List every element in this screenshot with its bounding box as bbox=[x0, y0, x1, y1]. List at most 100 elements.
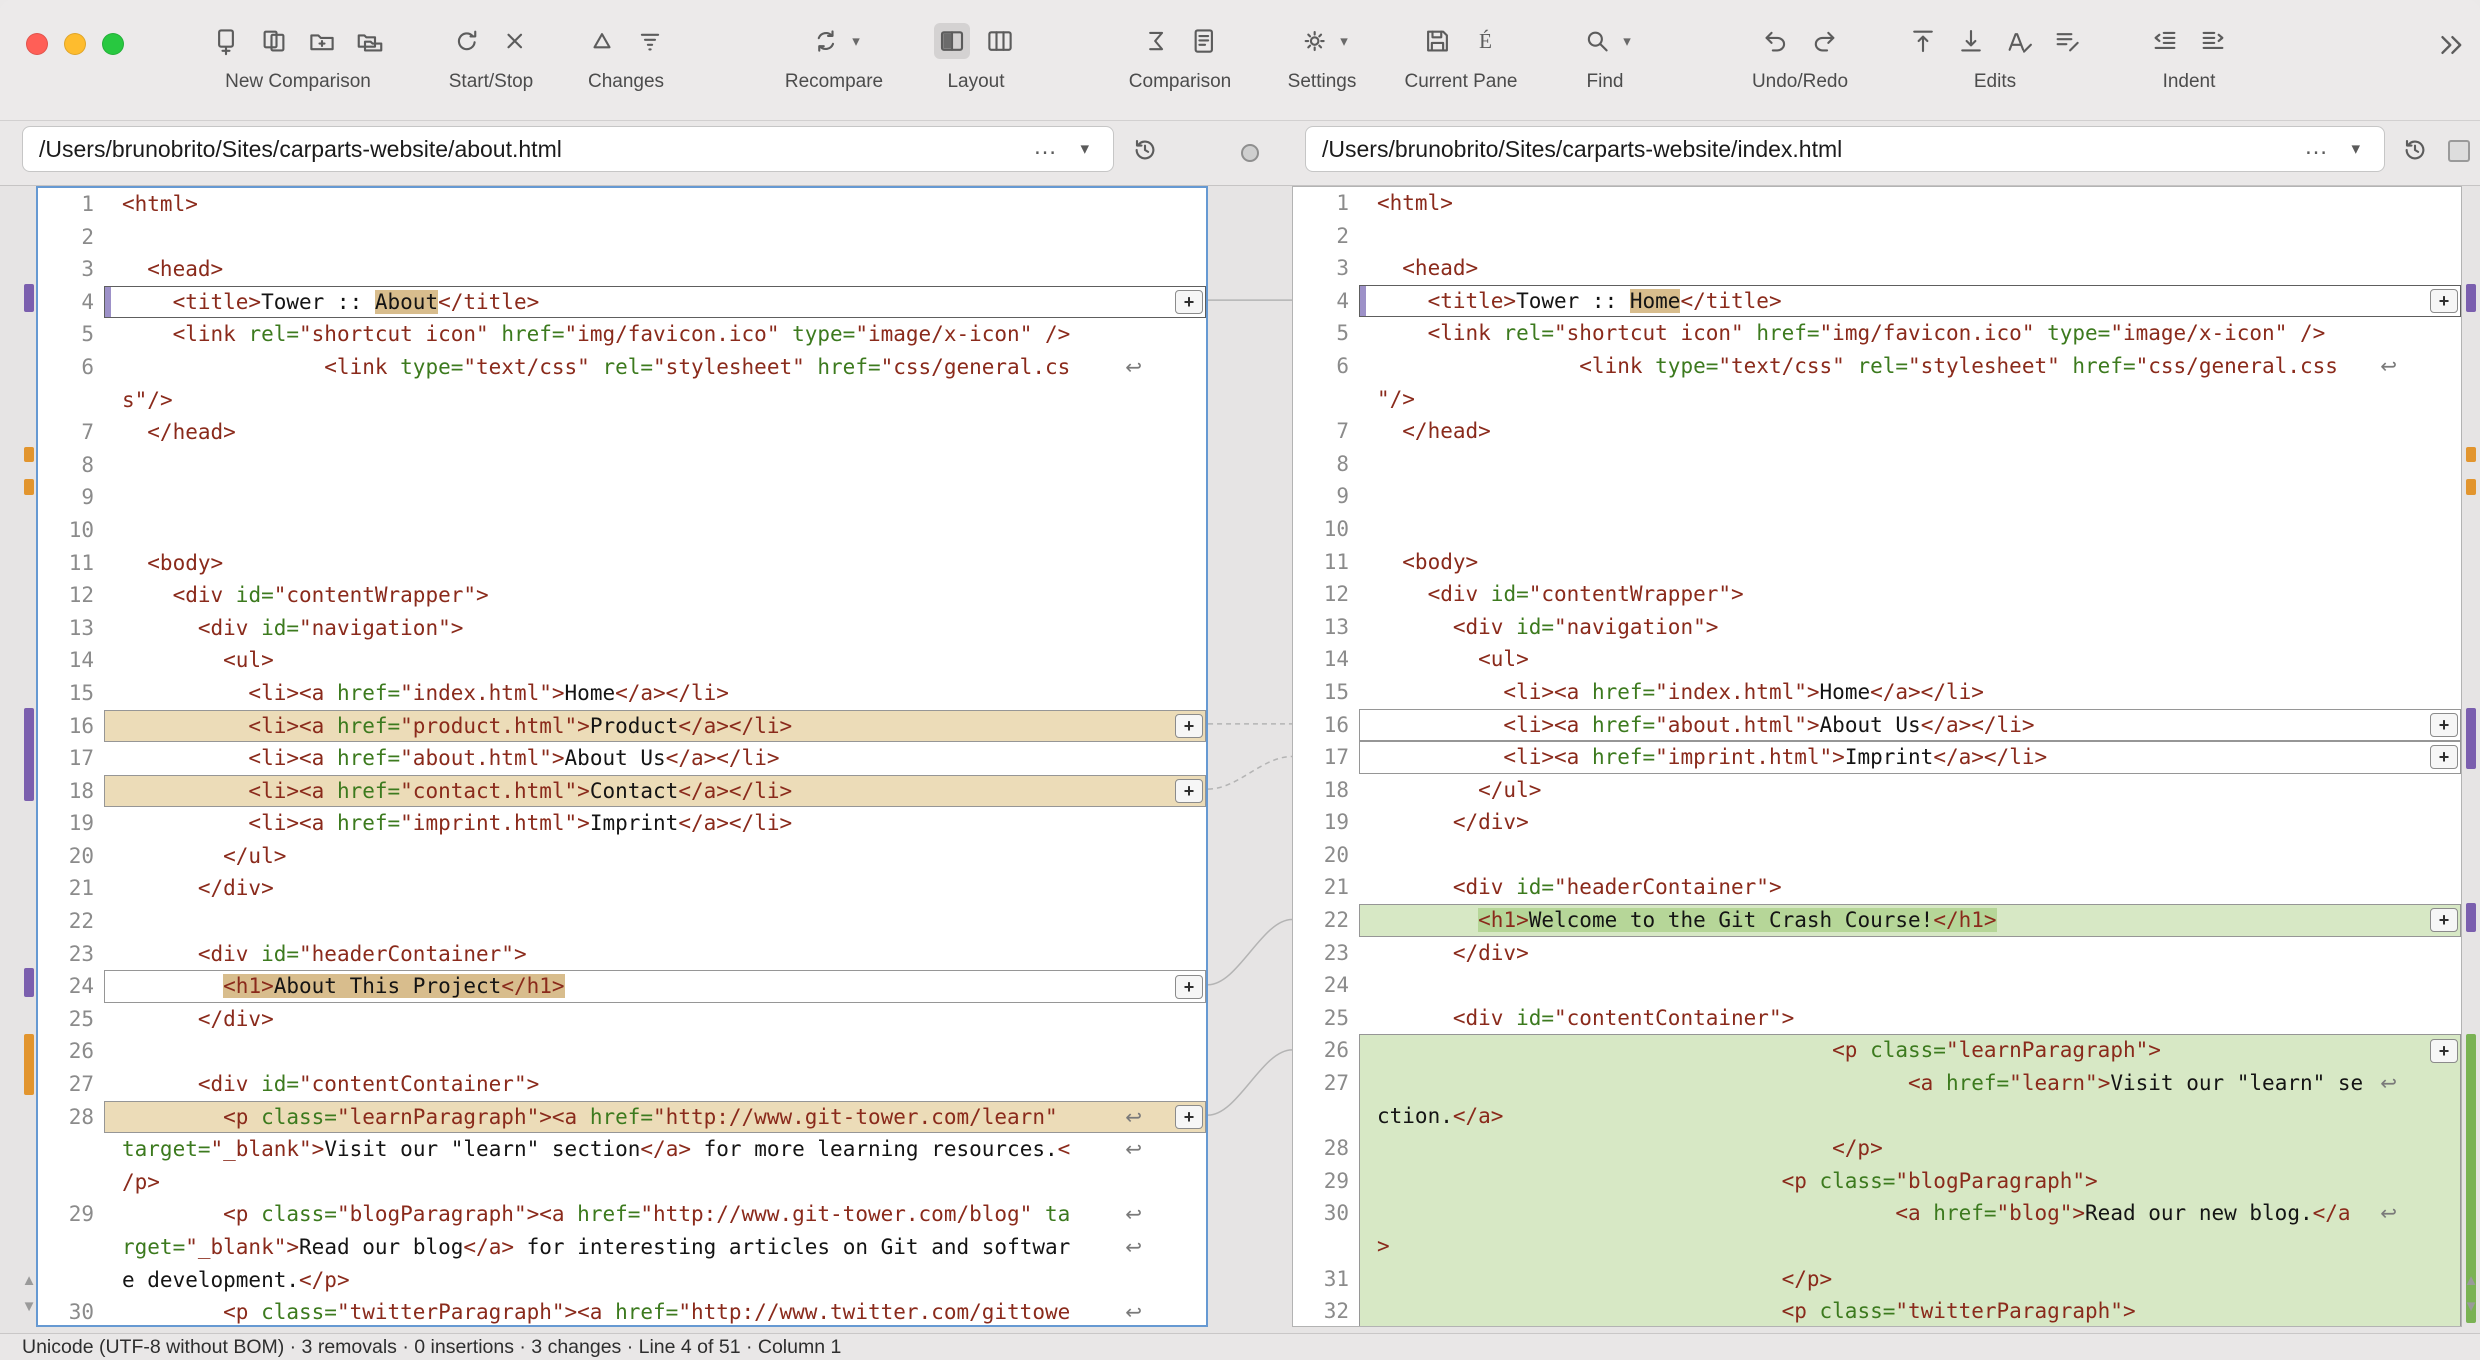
new-file-comparison-icon[interactable] bbox=[256, 23, 292, 59]
code-line-text[interactable]: </div> bbox=[1377, 937, 2459, 970]
zoom-button[interactable] bbox=[102, 33, 124, 55]
code-line-text[interactable]: /p> bbox=[122, 1166, 1204, 1199]
code-line-text[interactable]: <div id="navigation"> bbox=[1377, 611, 2459, 644]
code-line-text[interactable]: ction.</a> bbox=[1377, 1100, 2459, 1133]
save-icon[interactable] bbox=[1419, 23, 1455, 59]
code-line-text[interactable]: <html> bbox=[1377, 187, 2459, 220]
dropdown-caret-icon[interactable]: ▾ bbox=[1623, 32, 1631, 50]
merge-change-button[interactable]: + bbox=[2430, 745, 2458, 769]
code-line-text[interactable]: <body> bbox=[1377, 546, 2459, 579]
recompare-icon[interactable] bbox=[808, 23, 844, 59]
code-line-text[interactable]: <link type="text/css" rel="stylesheet" h… bbox=[122, 351, 1204, 384]
merge-change-button[interactable]: + bbox=[2430, 289, 2458, 313]
code-line-text[interactable]: <p class="twitterParagraph"> bbox=[1377, 1295, 2459, 1327]
code-line-text[interactable]: </p> bbox=[1377, 1263, 2459, 1296]
gear-icon[interactable] bbox=[1296, 23, 1332, 59]
code-line-text[interactable]: <li><a href="index.html">Home</a></li> bbox=[122, 677, 1204, 710]
code-line-text[interactable]: > bbox=[1377, 1230, 2459, 1263]
code-line-text[interactable]: </div> bbox=[122, 872, 1204, 905]
code-line-text[interactable]: <title>Tower :: Home</title> bbox=[1377, 285, 2459, 318]
summary-icon[interactable] bbox=[1138, 23, 1174, 59]
code-line-text[interactable]: rget="_blank">Read our blog</a> for inte… bbox=[122, 1231, 1204, 1264]
code-line-text[interactable]: <body> bbox=[122, 547, 1204, 580]
code-line-text[interactable]: <li><a href="contact.html">Contact</a></… bbox=[122, 775, 1204, 808]
code-line-text[interactable]: </p> bbox=[1377, 1132, 2459, 1165]
code-line-text[interactable]: </div> bbox=[122, 1003, 1204, 1036]
code-line-text[interactable]: </ul> bbox=[1377, 774, 2459, 807]
code-line-text[interactable]: <div id="contentContainer"> bbox=[122, 1068, 1204, 1101]
code-line-text[interactable]: </head> bbox=[1377, 415, 2459, 448]
merge-change-button[interactable]: + bbox=[2430, 713, 2458, 737]
right-code-pane[interactable]: 1<html>23 <head>4 <title>Tower :: Home</… bbox=[1292, 186, 2462, 1327]
code-line-text[interactable]: <a href="learn">Visit our "learn" se bbox=[1377, 1067, 2459, 1100]
dropdown-caret-icon[interactable]: ▾ bbox=[1340, 32, 1348, 50]
code-line-text[interactable]: <p class="blogParagraph"> bbox=[1377, 1165, 2459, 1198]
merge-change-button[interactable]: + bbox=[1175, 779, 1203, 803]
code-line-text[interactable]: </div> bbox=[1377, 806, 2459, 839]
code-line-text[interactable]: <li><a href="about.html">About Us</a></l… bbox=[122, 742, 1204, 775]
left-path-dropdown-button[interactable]: ▾ bbox=[1080, 127, 1089, 171]
code-line-text[interactable]: </head> bbox=[122, 416, 1204, 449]
pane-options-button[interactable] bbox=[1241, 144, 1259, 162]
undo-icon[interactable] bbox=[1758, 23, 1794, 59]
code-line-text[interactable]: target="_blank">Visit our "learn" sectio… bbox=[122, 1133, 1204, 1166]
right-path-menu-button[interactable]: … bbox=[2304, 127, 2328, 167]
code-line-text[interactable]: <html> bbox=[122, 188, 1204, 221]
dropdown-caret-icon[interactable]: ▾ bbox=[852, 32, 860, 50]
code-line-text[interactable]: <ul> bbox=[1377, 643, 2459, 676]
code-line-text[interactable]: <link rel="shortcut icon" href="img/favi… bbox=[122, 318, 1204, 351]
new-comparison-icon[interactable] bbox=[208, 23, 244, 59]
code-line-text[interactable]: <ul> bbox=[122, 644, 1204, 677]
start-comparison-icon[interactable] bbox=[449, 23, 485, 59]
code-line-text[interactable]: <p class="twitterParagraph"><a href="htt… bbox=[122, 1296, 1204, 1327]
code-line-text[interactable]: s"/> bbox=[122, 384, 1204, 417]
right-history-button[interactable] bbox=[2400, 135, 2430, 165]
code-line-text[interactable]: <link type="text/css" rel="stylesheet" h… bbox=[1377, 350, 2459, 383]
code-line-text[interactable]: <p class="blogParagraph"><a href="http:/… bbox=[122, 1198, 1204, 1231]
right-path-dropdown-button[interactable]: ▾ bbox=[2351, 127, 2360, 171]
code-line-text[interactable]: <div id="headerContainer"> bbox=[122, 938, 1204, 971]
merge-change-button[interactable]: + bbox=[2430, 1039, 2458, 1063]
left-file-path-field[interactable]: /Users/brunobrito/Sites/carparts-website… bbox=[22, 126, 1114, 172]
left-history-button[interactable] bbox=[1130, 135, 1160, 165]
right-file-path-field[interactable]: /Users/brunobrito/Sites/carparts-website… bbox=[1305, 126, 2385, 172]
code-line-text[interactable]: <li><a href="imprint.html">Imprint</a></… bbox=[122, 807, 1204, 840]
code-line-text[interactable]: <head> bbox=[1377, 252, 2459, 285]
pane-link-icon[interactable] bbox=[2448, 140, 2470, 162]
previous-change-button[interactable]: ▲ bbox=[2462, 1272, 2480, 1290]
new-merge-comparison-icon[interactable] bbox=[352, 23, 388, 59]
close-button[interactable] bbox=[26, 33, 48, 55]
code-line-text[interactable]: <link rel="shortcut icon" href="img/favi… bbox=[1377, 317, 2459, 350]
minimize-button[interactable] bbox=[64, 33, 86, 55]
next-change-button[interactable]: ▼ bbox=[2462, 1298, 2480, 1316]
left-code-pane[interactable]: 1<html>23 <head>4 <title>Tower :: About<… bbox=[36, 186, 1208, 1327]
redo-icon[interactable] bbox=[1806, 23, 1842, 59]
merge-change-button[interactable]: + bbox=[2430, 908, 2458, 932]
code-line-text[interactable]: <p class="learnParagraph"> bbox=[1377, 1034, 2459, 1067]
code-line-text[interactable]: <div id="contentWrapper"> bbox=[1377, 578, 2459, 611]
outdent-icon[interactable] bbox=[2147, 23, 2183, 59]
search-icon[interactable] bbox=[1579, 23, 1615, 59]
merge-change-button[interactable]: + bbox=[1175, 290, 1203, 314]
indent-icon[interactable] bbox=[2195, 23, 2231, 59]
push-up-icon[interactable] bbox=[1905, 23, 1941, 59]
code-line-text[interactable]: <title>Tower :: About</title> bbox=[122, 286, 1204, 319]
toolbar-overflow-button[interactable] bbox=[2434, 28, 2470, 64]
two-pane-layout-icon[interactable] bbox=[934, 23, 970, 59]
code-line-text[interactable]: <div id="contentContainer"> bbox=[1377, 1002, 2459, 1035]
code-line-text[interactable]: "/> bbox=[1377, 383, 2459, 416]
code-line-text[interactable]: <a href="blog">Read our new blog.</a bbox=[1377, 1197, 2459, 1230]
code-line-text[interactable]: <p class="learnParagraph"><a href="http:… bbox=[122, 1101, 1204, 1134]
three-pane-layout-icon[interactable] bbox=[982, 23, 1018, 59]
code-line-text[interactable]: e development.</p> bbox=[122, 1264, 1204, 1297]
code-line-text[interactable]: <div id="headerContainer"> bbox=[1377, 871, 2459, 904]
filter-changes-icon[interactable] bbox=[632, 23, 668, 59]
code-line-text[interactable]: <div id="contentWrapper"> bbox=[122, 579, 1204, 612]
push-down-icon[interactable] bbox=[1953, 23, 1989, 59]
merge-change-button[interactable]: + bbox=[1175, 975, 1203, 999]
code-line-text[interactable]: <li><a href="product.html">Product</a></… bbox=[122, 710, 1204, 743]
code-line-text[interactable]: <head> bbox=[122, 253, 1204, 286]
stop-comparison-icon[interactable] bbox=[497, 23, 533, 59]
code-line-text[interactable]: </ul> bbox=[122, 840, 1204, 873]
code-line-text[interactable]: <h1>About This Project</h1> bbox=[122, 970, 1204, 1003]
